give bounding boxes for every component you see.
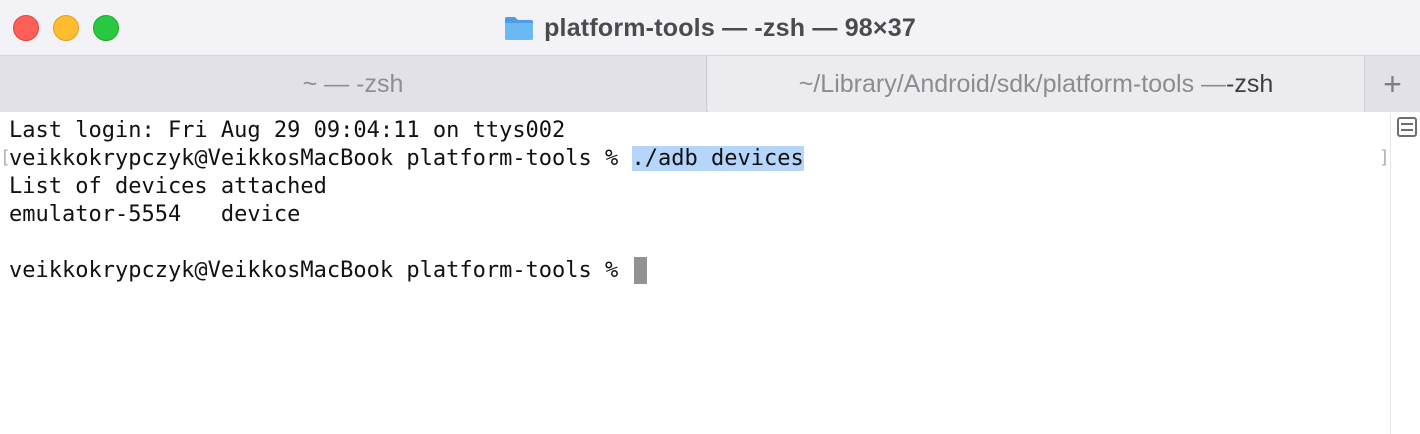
new-tab-button[interactable]: +	[1364, 56, 1420, 112]
terminal-line-device: emulator-5554 device	[9, 202, 301, 227]
plus-icon: +	[1383, 65, 1402, 102]
scrollbar[interactable]	[1390, 113, 1420, 434]
title-bar[interactable]: platform-tools — -zsh — 98×37	[0, 0, 1420, 56]
window-title-group: platform-tools — -zsh — 98×37	[0, 0, 1420, 56]
terminal-output[interactable]: [ ] Last login: Fri Aug 29 09:04:11 on t…	[0, 113, 1390, 434]
tab-bar: ~ — -zsh ~/Library/Android/sdk/platform-…	[0, 56, 1420, 112]
folder-icon	[505, 17, 534, 40]
tab-home-zsh[interactable]: ~ — -zsh	[0, 56, 707, 112]
window-title: platform-tools — -zsh — 98×37	[544, 13, 916, 42]
tab-shell-label: -zsh	[1226, 69, 1274, 98]
split-pane-icon[interactable]	[1397, 117, 1417, 137]
prompt: veikkokrypczyk@VeikkosMacBook platform-t…	[9, 258, 632, 283]
terminal-line-devices-header: List of devices attached	[9, 174, 327, 199]
selected-command[interactable]: ./adb devices	[631, 146, 804, 171]
terminal-line-command: veikkokrypczyk@VeikkosMacBook platform-t…	[9, 145, 804, 173]
mark-bracket-right: ]	[1379, 147, 1390, 168]
terminal-window: platform-tools — -zsh — 98×37 ~ — -zsh ~…	[0, 0, 1420, 434]
prompt: veikkokrypczyk@VeikkosMacBook platform-t…	[9, 146, 632, 171]
tab-path-label: ~/Library/Android/sdk/platform-tools —	[798, 69, 1227, 98]
tab-label: ~ — -zsh	[302, 69, 404, 98]
tab-platform-tools-zsh[interactable]: ~/Library/Android/sdk/platform-tools — -…	[708, 56, 1364, 112]
terminal-line-prompt: veikkokrypczyk@VeikkosMacBook platform-t…	[9, 257, 647, 285]
terminal-line-login: Last login: Fri Aug 29 09:04:11 on ttys0…	[9, 118, 566, 143]
text-cursor	[633, 257, 647, 284]
